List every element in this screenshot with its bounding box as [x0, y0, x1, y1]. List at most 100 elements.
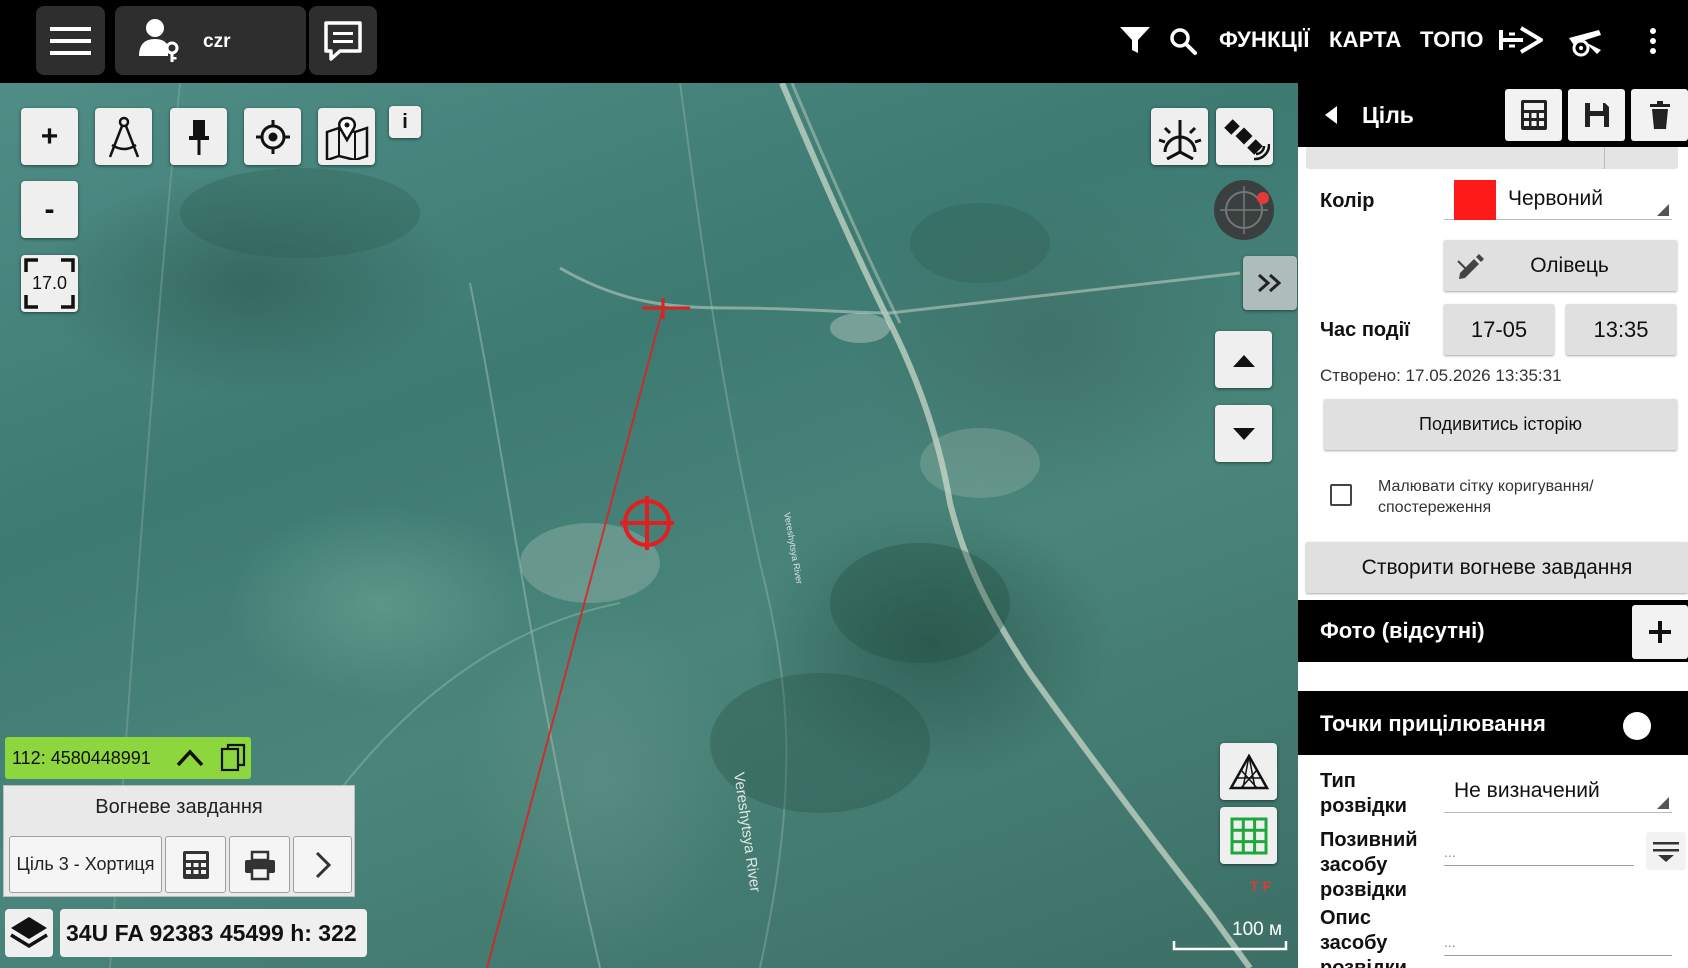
target-name-button[interactable]: Ціль 3 - Хортиця	[9, 836, 162, 893]
list-dropdown-icon	[1653, 842, 1679, 862]
recon-type-value: Не визначений	[1454, 779, 1600, 802]
user-button[interactable]: czr	[115, 6, 306, 75]
hamburger-menu-button[interactable]	[36, 6, 105, 75]
delete-button[interactable]	[1631, 89, 1688, 141]
aim-points-toggle[interactable]	[1623, 712, 1651, 740]
event-time-button[interactable]: 13:35	[1566, 304, 1676, 355]
satellite-icon	[1223, 118, 1270, 160]
target-id-bar[interactable]: 112: 4580448991	[5, 737, 251, 779]
view-history-button[interactable]: Подивитись історію	[1324, 399, 1677, 450]
pencil-button[interactable]: Олівець	[1444, 240, 1677, 291]
pin-button[interactable]	[170, 108, 227, 165]
recon-desc-label: Опис засобу розвідки	[1320, 907, 1407, 968]
chat-icon	[324, 21, 362, 61]
chevron-right-icon	[315, 851, 331, 878]
fire-task-title: Вогневе завдання	[95, 796, 263, 818]
add-photo-button[interactable]	[1632, 605, 1688, 659]
compass-button[interactable]	[1212, 178, 1276, 242]
tilt-down-button[interactable]	[1215, 405, 1272, 462]
artillery-icon[interactable]	[1565, 24, 1607, 58]
plus-icon	[1649, 621, 1671, 643]
measure-compass-button[interactable]	[95, 108, 152, 165]
map-layers-button[interactable]	[318, 108, 375, 165]
scale-label: 100 м	[1232, 919, 1283, 940]
filter-icon[interactable]	[1118, 24, 1152, 56]
print-button[interactable]	[229, 836, 290, 893]
functions-menu[interactable]: ФУНКЦІЇ	[1219, 27, 1310, 53]
layers-stack-icon	[10, 917, 48, 949]
drafting-compass-icon	[108, 116, 139, 157]
scale-bar	[1172, 941, 1288, 951]
create-fire-task-button[interactable]: Створити вогневе завдання	[1306, 542, 1688, 593]
target-id: 112: 4580448991	[12, 748, 151, 768]
dropdown-corner-icon	[1657, 797, 1669, 809]
info-button[interactable]: i	[389, 106, 421, 138]
dropdown-corner-icon	[1657, 204, 1669, 216]
event-date-button[interactable]: 17-05	[1444, 304, 1554, 355]
layers-button[interactable]	[5, 909, 53, 957]
floppy-save-icon	[1584, 103, 1609, 127]
pencil-label: Олівець	[1530, 253, 1609, 277]
recon-callsign-placeholder: ...	[1444, 844, 1456, 860]
trash-icon	[1649, 101, 1670, 129]
recon-type-select[interactable]: Не визначений	[1444, 771, 1672, 813]
map-menu[interactable]: КАРТА	[1329, 27, 1402, 53]
navigate-arrow-icon[interactable]	[1497, 22, 1545, 58]
gps-locate-icon	[255, 119, 290, 154]
target-detail-panel: Ціль Колір Червоний Олівець Час події 17…	[1298, 83, 1688, 968]
menu-icon	[50, 27, 91, 55]
grid-checkbox[interactable]	[1330, 484, 1352, 506]
satellite-button[interactable]	[1216, 108, 1273, 165]
mgrs-coordinates[interactable]: 34U FA 92383 45499 h: 322	[60, 909, 367, 957]
save-button[interactable]	[1568, 89, 1625, 141]
zoom-level-value: 17.0	[31, 273, 68, 293]
copy-icon[interactable]	[219, 742, 247, 774]
horizon-tool-button[interactable]	[1151, 108, 1208, 165]
grid-overlay-button[interactable]	[1220, 807, 1277, 864]
color-value: Червоний	[1508, 187, 1604, 210]
user-name: czr	[203, 31, 231, 52]
next-button[interactable]	[293, 836, 352, 893]
recon-desc-input[interactable]: ...	[1444, 930, 1672, 956]
top-bar: czr ФУНКЦІЇ КАРТА ТОПО	[0, 0, 1688, 83]
expand-panel-button[interactable]	[1243, 256, 1297, 310]
panel-header: Ціль	[1298, 83, 1688, 147]
river-label-small: Vereshytsya River	[782, 512, 804, 585]
topo-menu[interactable]: ТОПО	[1420, 27, 1484, 53]
map-view[interactable]: Vereshytsya River Vereshytsya River + i …	[0, 83, 1298, 968]
recon-callsign-input[interactable]: ...	[1444, 840, 1634, 866]
my-location-button[interactable]	[244, 108, 301, 165]
chevron-up-icon[interactable]	[175, 745, 205, 771]
photo-section-title: Фото (відсутні)	[1320, 618, 1485, 643]
zoom-level-button[interactable]: 17.0	[21, 255, 78, 312]
printer-icon	[244, 850, 275, 880]
grid-checkbox-label: Малювати сітку коригування/ спостереженн…	[1378, 478, 1594, 516]
color-select[interactable]: Червоний	[1444, 176, 1672, 220]
terrain-3d-button[interactable]	[1220, 743, 1277, 800]
target-line	[486, 307, 664, 968]
photo-section-header: Фото (відсутні)	[1298, 600, 1688, 662]
grid-icon	[1230, 817, 1267, 854]
color-swatch	[1454, 180, 1496, 220]
calculator-icon	[1520, 100, 1547, 130]
triangle-down-icon	[1232, 427, 1255, 440]
zoom-in-button[interactable]: +	[21, 108, 78, 165]
aim-points-section-header: Точки прицілювання	[1298, 691, 1688, 755]
calculator-button[interactable]	[165, 836, 226, 893]
calculator-icon	[182, 850, 209, 879]
chat-button[interactable]	[309, 6, 377, 75]
search-icon[interactable]	[1168, 26, 1198, 56]
scrolled-field-cell	[1604, 147, 1680, 169]
back-triangle-icon[interactable]	[1322, 104, 1340, 126]
more-options-icon[interactable]	[1645, 26, 1661, 56]
sunrise-angle-icon	[1158, 119, 1201, 160]
event-time-label: Час події	[1320, 319, 1410, 341]
aim-points-title: Точки прицілювання	[1320, 711, 1546, 736]
calculator-header-button[interactable]	[1505, 89, 1562, 141]
callsign-list-button[interactable]	[1646, 832, 1686, 870]
recon-desc-placeholder: ...	[1444, 934, 1456, 950]
zoom-out-button[interactable]: -	[21, 181, 78, 238]
tilt-up-button[interactable]	[1215, 331, 1272, 388]
pushpin-icon	[188, 119, 209, 155]
fire-task-panel: Вогневе завдання Ціль 3 - Хортиця	[3, 785, 355, 897]
